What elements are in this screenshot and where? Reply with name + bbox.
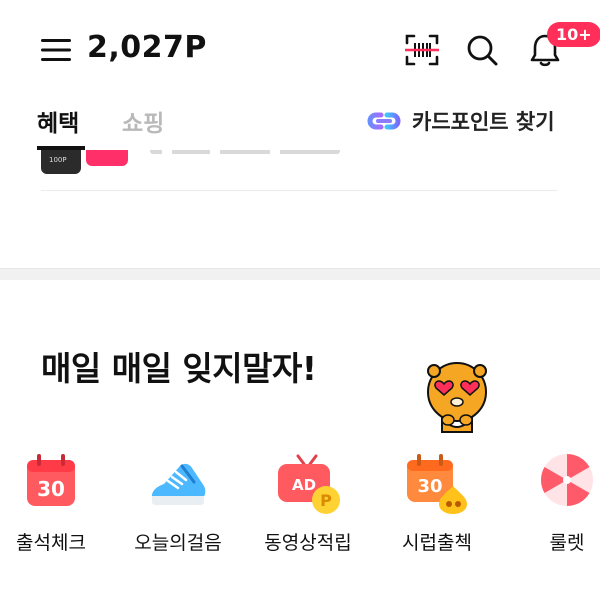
roulette-icon (541, 454, 593, 506)
calendar-30-syrup-icon: 30 (407, 454, 467, 514)
svg-text:P: P (320, 491, 332, 510)
svg-text:30: 30 (417, 476, 442, 497)
heart-eyes-mascot-icon (427, 362, 487, 433)
svg-text:30: 30 (37, 477, 65, 501)
item-thumbnail-badge (86, 150, 128, 166)
list-item[interactable]: 100P (0, 150, 600, 190)
notification-badge: 10+ (547, 22, 600, 47)
feature-attendance-check[interactable]: 30 출석체크 (0, 450, 116, 560)
top-bar: 2,027P 10+ (0, 0, 600, 100)
item-title-clipped (150, 150, 340, 154)
card-points-label: 카드포인트 찾기 (412, 110, 555, 134)
feature-label: 시럽출첵 (402, 532, 472, 554)
feature-syrup-check-in[interactable]: 30 시럽출첵 (372, 450, 502, 560)
barcode-scan-icon[interactable] (405, 33, 439, 67)
calendar-30-icon: 30 (27, 454, 75, 506)
tab-benefit[interactable]: 혜택 (37, 104, 79, 138)
ad-tv-icon: AD P (278, 454, 340, 514)
card-points-link[interactable]: 카드포인트 찾기 (365, 105, 555, 137)
daily-section-title: 매일 매일 잊지말자! (41, 349, 317, 388)
link-icon (367, 112, 401, 130)
feature-daily-steps[interactable]: 오늘의걸음 (113, 450, 243, 560)
svg-text:AD: AD (292, 476, 316, 494)
feature-label: 룰렛 (549, 532, 585, 554)
sneaker-icon (152, 463, 206, 505)
search-icon[interactable] (465, 33, 499, 67)
feature-label: 출석체크 (16, 532, 86, 554)
tab-shopping[interactable]: 쇼핑 (122, 104, 164, 138)
feature-label: 동영상적립 (264, 532, 352, 554)
item-thumbnail: 100P (41, 150, 81, 174)
thumbnail-text: 100P (49, 156, 67, 164)
section-divider (0, 268, 600, 280)
feature-video-rewards[interactable]: AD P 동영상적립 (243, 450, 373, 560)
point-balance[interactable]: 2,027P (87, 30, 207, 65)
feature-label: 오늘의걸음 (134, 532, 222, 554)
feature-roulette[interactable]: 룰렛 (502, 450, 600, 560)
daily-features-row: 30 출석체크 오늘의걸음 AD P 동영상적립 30 시럽출첵 룰렛 (0, 450, 600, 570)
divider (41, 190, 558, 191)
menu-icon[interactable] (41, 38, 71, 62)
